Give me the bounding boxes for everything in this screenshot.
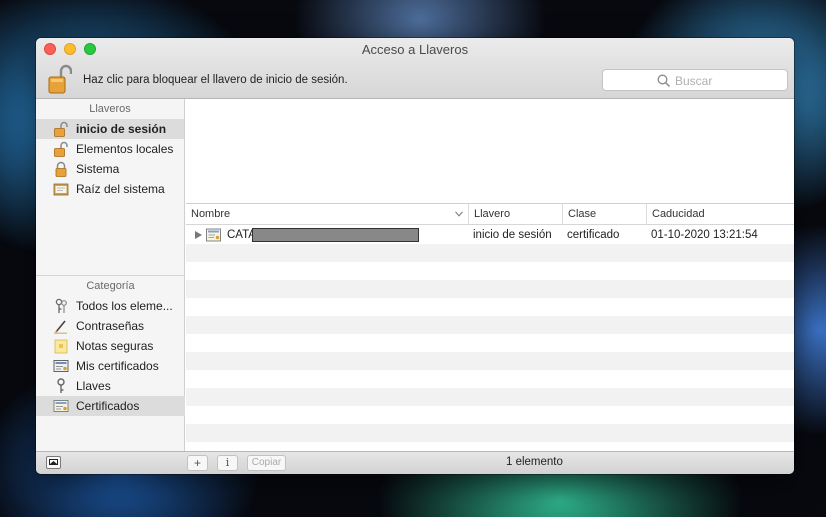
certificate-icon	[206, 228, 221, 242]
category-item-all-items[interactable]: Todos los eleme...	[36, 296, 185, 316]
sidebar-item-label: Elementos locales	[76, 142, 174, 156]
pen-icon	[54, 320, 67, 334]
sort-chevron-down-icon	[455, 211, 463, 217]
main-content: Nombre Llavero Clase Caducidad CATA inic…	[186, 99, 794, 451]
category-section: Categoría Todos los eleme... Contraseñas…	[36, 275, 185, 416]
row-expires: 01-10-2020 13:21:54	[651, 229, 758, 241]
table-body: CATA inicio de sesión certificado 01-10-…	[186, 226, 794, 451]
category-item-passwords[interactable]: Contraseñas	[36, 316, 185, 336]
info-button[interactable]: i	[217, 455, 238, 471]
note-icon	[54, 339, 68, 354]
search-input[interactable]	[675, 72, 783, 89]
search-icon	[657, 74, 671, 88]
table-row[interactable]: CATA inicio de sesión certificado 01-10-…	[186, 226, 794, 244]
my-certificate-icon	[53, 360, 69, 372]
item-preview-pane	[186, 99, 794, 204]
column-header-kind[interactable]: Clase	[563, 204, 647, 225]
table-header: Nombre Llavero Clase Caducidad	[186, 204, 794, 225]
lock-hint-text[interactable]: Haz clic para bloquear el llavero de ini…	[83, 74, 348, 86]
locked-padlock-icon	[55, 161, 67, 177]
row-keychain: inicio de sesión	[473, 229, 552, 241]
sidebar-item-login[interactable]: inicio de sesión	[36, 119, 184, 139]
category-item-certificates[interactable]: Certificados	[36, 396, 185, 416]
copy-button[interactable]: Copiar	[247, 455, 286, 471]
certificate-folder-icon	[53, 183, 69, 196]
sidebar-item-system[interactable]: Sistema	[36, 159, 184, 179]
category-item-keys[interactable]: Llaves	[36, 376, 185, 396]
key-icon	[57, 378, 65, 393]
item-count-status: 1 elemento	[506, 456, 563, 468]
unlocked-padlock-icon	[54, 141, 68, 157]
show-sidebar-button[interactable]	[46, 456, 61, 469]
sidebar: Llaveros inicio de sesión Elementos loca…	[36, 99, 185, 451]
category-header: Categoría	[86, 280, 135, 292]
redacted-box	[252, 228, 419, 242]
panel-toggle-icon	[49, 459, 58, 465]
column-header-keychain[interactable]: Llavero	[469, 204, 563, 225]
category-item-my-certificates[interactable]: Mis certificados	[36, 356, 185, 376]
sidebar-item-local-items[interactable]: Elementos locales	[36, 139, 184, 159]
sidebar-item-system-roots[interactable]: Raíz del sistema	[36, 179, 184, 199]
window-title: Acceso a Llaveros	[361, 42, 469, 57]
column-header-expires[interactable]: Caducidad	[647, 204, 794, 225]
category-item-label: Contraseñas	[76, 319, 145, 333]
title-bar: Acceso a Llaveros Haz clic para bloquear…	[36, 38, 794, 99]
certificate-icon	[53, 400, 69, 412]
category-item-label: Notas seguras	[76, 339, 154, 353]
add-item-button[interactable]: +	[187, 455, 208, 471]
search-field[interactable]	[602, 69, 788, 91]
unlocked-padlock-icon	[54, 121, 68, 137]
category-item-label: Mis certificados	[76, 359, 159, 373]
sidebar-item-label: inicio de sesión	[76, 122, 167, 136]
keychain-access-window: Acceso a Llaveros Haz clic para bloquear…	[36, 38, 794, 474]
category-item-label: Llaves	[76, 379, 111, 393]
disclosure-triangle-icon[interactable]	[195, 231, 202, 239]
sidebar-item-label: Raíz del sistema	[76, 182, 165, 196]
keys-icon	[55, 298, 67, 313]
category-item-label: Todos los eleme...	[76, 299, 173, 313]
sidebar-item-label: Sistema	[76, 162, 120, 176]
row-kind: certificado	[567, 229, 620, 241]
keychains-header: Llaveros	[89, 103, 131, 115]
column-header-name[interactable]: Nombre	[186, 204, 469, 225]
category-item-label: Certificados	[76, 399, 140, 413]
bottom-bar: + i Copiar 1 elemento	[36, 451, 794, 474]
category-item-secure-notes[interactable]: Notas seguras	[36, 336, 185, 356]
unlocked-padlock-icon[interactable]	[48, 63, 72, 95]
